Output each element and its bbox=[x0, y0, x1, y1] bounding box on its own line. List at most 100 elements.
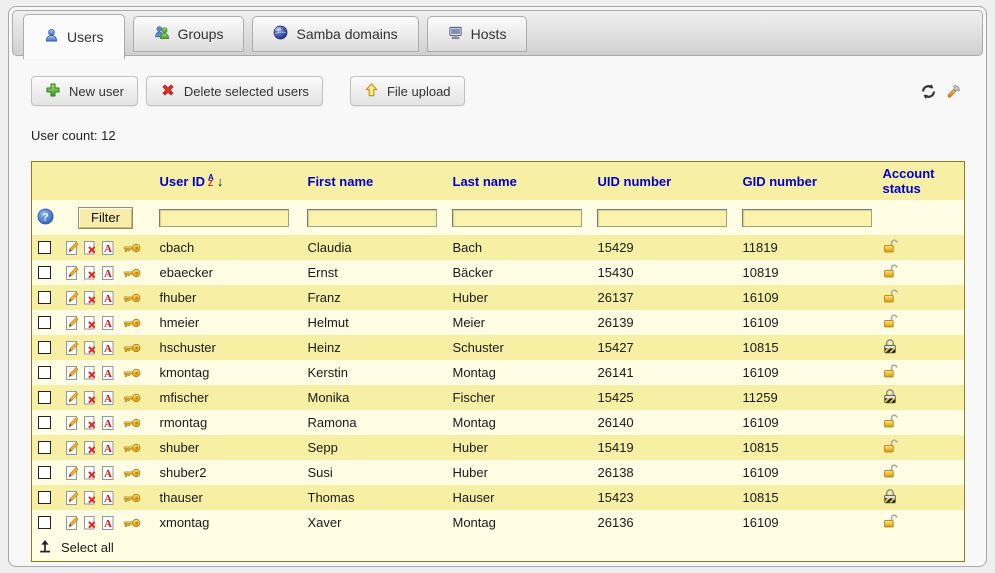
delete-icon[interactable] bbox=[82, 490, 98, 506]
password-key-icon[interactable] bbox=[123, 342, 141, 354]
user-id-cell[interactable]: hmeier bbox=[154, 310, 302, 335]
pdf-icon[interactable]: A bbox=[100, 315, 116, 331]
user-id-cell[interactable]: shuber2 bbox=[154, 460, 302, 485]
delete-selected-users-button[interactable]: Delete selected users bbox=[146, 76, 323, 106]
pdf-icon[interactable]: A bbox=[100, 440, 116, 456]
row-checkbox[interactable] bbox=[38, 391, 51, 404]
password-key-icon[interactable] bbox=[123, 467, 141, 479]
edit-icon[interactable] bbox=[64, 365, 80, 381]
pdf-icon[interactable]: A bbox=[100, 465, 116, 481]
user-id-cell[interactable]: xmontag bbox=[154, 510, 302, 535]
pdf-icon[interactable]: A bbox=[100, 340, 116, 356]
select-all-button[interactable]: Select all bbox=[38, 539, 114, 556]
delete-icon[interactable] bbox=[82, 265, 98, 281]
delete-icon[interactable] bbox=[82, 415, 98, 431]
header-first-name[interactable]: First name bbox=[302, 162, 447, 201]
row-checkbox[interactable] bbox=[38, 441, 51, 454]
pdf-icon[interactable]: A bbox=[100, 415, 116, 431]
delete-icon[interactable] bbox=[82, 465, 98, 481]
first-name-cell: Helmut bbox=[302, 310, 447, 335]
file-upload-button[interactable]: File upload bbox=[350, 76, 465, 106]
user-id-cell[interactable]: shuber bbox=[154, 435, 302, 460]
row-checkbox[interactable] bbox=[38, 241, 51, 254]
wrench-icon[interactable] bbox=[945, 83, 962, 100]
filter-button[interactable]: Filter bbox=[78, 207, 133, 229]
pdf-icon[interactable]: A bbox=[100, 515, 116, 531]
row-checkbox[interactable] bbox=[38, 366, 51, 379]
row-checkbox[interactable] bbox=[38, 316, 51, 329]
password-key-icon[interactable] bbox=[123, 367, 141, 379]
delete-icon[interactable] bbox=[82, 290, 98, 306]
row-checkbox[interactable] bbox=[38, 291, 51, 304]
pdf-icon[interactable]: A bbox=[100, 265, 116, 281]
row-checkbox[interactable] bbox=[38, 516, 51, 529]
password-key-icon[interactable] bbox=[123, 292, 141, 304]
pdf-icon[interactable]: A bbox=[100, 390, 116, 406]
filter-input-uid-number[interactable] bbox=[597, 209, 727, 227]
edit-icon[interactable] bbox=[64, 440, 80, 456]
tab-hosts[interactable]: Hosts bbox=[427, 16, 528, 52]
edit-icon[interactable] bbox=[64, 490, 80, 506]
pdf-icon[interactable]: A bbox=[100, 240, 116, 256]
tab-samba-domains[interactable]: Samba domains bbox=[252, 16, 418, 52]
filter-input-gid-number[interactable] bbox=[742, 209, 872, 227]
pdf-icon[interactable]: A bbox=[100, 365, 116, 381]
user-id-cell[interactable]: ebaecker bbox=[154, 260, 302, 285]
header-uid-number[interactable]: UID number bbox=[592, 162, 737, 201]
filter-input-last-name[interactable] bbox=[452, 209, 582, 227]
user-id-cell[interactable]: hschuster bbox=[154, 335, 302, 360]
edit-icon[interactable] bbox=[64, 290, 80, 306]
user-id-cell[interactable]: rmontag bbox=[154, 410, 302, 435]
user-id-cell[interactable]: mfischer bbox=[154, 385, 302, 410]
tab-groups[interactable]: Groups bbox=[133, 16, 245, 52]
edit-icon[interactable] bbox=[64, 340, 80, 356]
password-key-icon[interactable] bbox=[123, 392, 141, 404]
row-checkbox[interactable] bbox=[38, 416, 51, 429]
password-key-icon[interactable] bbox=[123, 417, 141, 429]
edit-icon[interactable] bbox=[64, 465, 80, 481]
edit-icon[interactable] bbox=[64, 415, 80, 431]
filter-input-user-id[interactable] bbox=[159, 209, 289, 227]
header-account-status[interactable]: Account status bbox=[877, 162, 965, 201]
delete-icon[interactable] bbox=[82, 340, 98, 356]
filter-input-first-name[interactable] bbox=[307, 209, 437, 227]
user-id-cell[interactable]: cbach bbox=[154, 235, 302, 260]
refresh-icon[interactable] bbox=[920, 83, 937, 100]
delete-icon[interactable] bbox=[82, 515, 98, 531]
user-id-cell[interactable]: thauser bbox=[154, 485, 302, 510]
row-checkbox-cell bbox=[32, 510, 58, 535]
row-checkbox[interactable] bbox=[38, 466, 51, 479]
pdf-icon[interactable]: A bbox=[100, 290, 116, 306]
user-id-cell[interactable]: kmontag bbox=[154, 360, 302, 385]
pdf-icon[interactable]: A bbox=[100, 490, 116, 506]
delete-icon[interactable] bbox=[82, 365, 98, 381]
delete-icon[interactable] bbox=[82, 240, 98, 256]
delete-icon[interactable] bbox=[82, 390, 98, 406]
tab-users[interactable]: Users bbox=[23, 14, 125, 59]
first-name-cell: Heinz bbox=[302, 335, 447, 360]
edit-icon[interactable] bbox=[64, 265, 80, 281]
gid-number-cell: 10815 bbox=[737, 485, 877, 510]
password-key-icon[interactable] bbox=[123, 442, 141, 454]
edit-icon[interactable] bbox=[64, 240, 80, 256]
header-user-id[interactable]: User ID AZ ↓ bbox=[154, 162, 302, 201]
edit-icon[interactable] bbox=[64, 515, 80, 531]
password-key-icon[interactable] bbox=[123, 492, 141, 504]
delete-icon[interactable] bbox=[82, 315, 98, 331]
help-icon[interactable]: ? bbox=[37, 213, 54, 228]
password-key-icon[interactable] bbox=[123, 242, 141, 254]
edit-icon[interactable] bbox=[64, 390, 80, 406]
header-gid-number[interactable]: GID number bbox=[737, 162, 877, 201]
row-actions-cell: A bbox=[58, 335, 154, 360]
password-key-icon[interactable] bbox=[123, 517, 141, 529]
row-checkbox[interactable] bbox=[38, 491, 51, 504]
delete-icon[interactable] bbox=[82, 440, 98, 456]
header-last-name[interactable]: Last name bbox=[447, 162, 592, 201]
edit-icon[interactable] bbox=[64, 315, 80, 331]
password-key-icon[interactable] bbox=[123, 267, 141, 279]
row-checkbox[interactable] bbox=[38, 341, 51, 354]
row-checkbox[interactable] bbox=[38, 266, 51, 279]
user-id-cell[interactable]: fhuber bbox=[154, 285, 302, 310]
password-key-icon[interactable] bbox=[123, 317, 141, 329]
new-user-button[interactable]: New user bbox=[31, 76, 138, 106]
